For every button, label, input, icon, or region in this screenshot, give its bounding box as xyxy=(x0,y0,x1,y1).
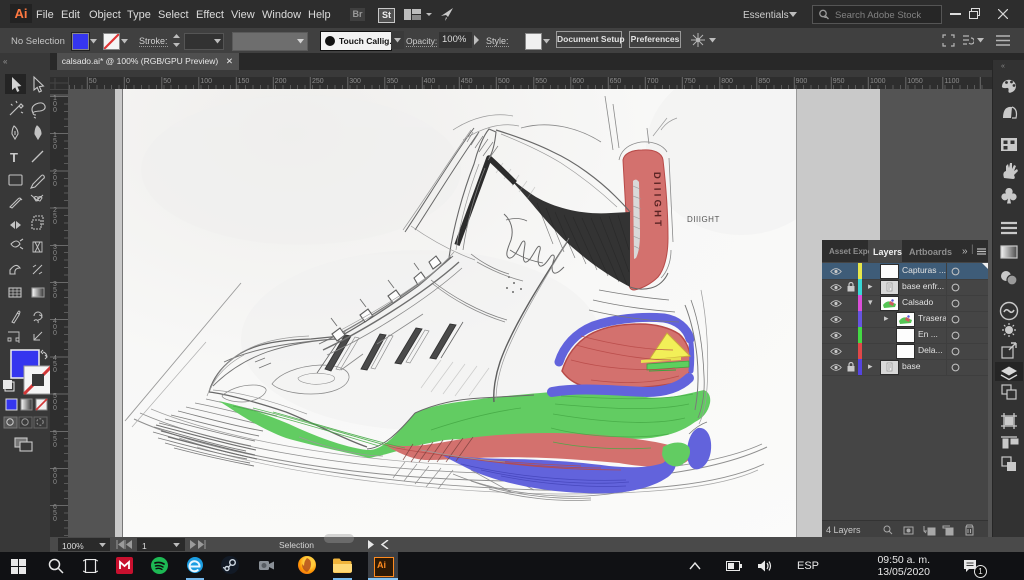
svg-text:T: T xyxy=(10,150,18,165)
svg-text:DIIIGHT: DIIIGHT xyxy=(687,215,720,224)
svg-text:«: « xyxy=(1001,63,1005,70)
svg-text:«: « xyxy=(3,57,8,66)
svg-text:DIIIGHT: DIIIGHT xyxy=(651,172,663,229)
